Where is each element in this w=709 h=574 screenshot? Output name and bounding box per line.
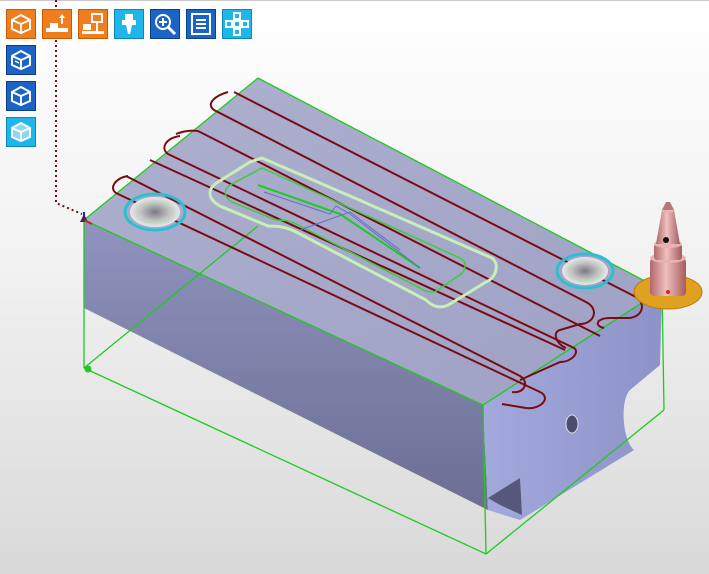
machine-table-icon [46,14,68,32]
tool-button[interactable] [114,9,144,39]
3d-viewport[interactable] [0,0,709,574]
pattern-button[interactable] [222,9,252,39]
cube-icon [11,13,31,35]
stock-view-button[interactable] [6,45,36,75]
shaded-box-icon [11,121,31,143]
hole-left [123,192,187,232]
grid-pattern-icon [225,12,249,36]
list-icon [191,13,211,35]
view-3d-cube-button[interactable] [6,9,36,39]
simulation-view-button[interactable] [6,117,36,147]
cutting-tool[interactable] [633,202,703,310]
zoom-button[interactable] [150,9,180,39]
spindle-tool-icon [122,14,136,34]
machine-setup-button[interactable] [42,9,72,39]
hole-right [555,252,615,290]
stock-box-icon [11,49,31,71]
workpiece[interactable] [84,78,662,520]
side-hole [565,414,579,434]
zoom-in-icon [155,14,177,36]
fixture-icon [82,13,104,34]
part-view-button[interactable] [6,81,36,111]
fixture-setup-button[interactable] [78,9,108,39]
part-box-icon [11,85,31,107]
operations-list-button[interactable] [186,9,216,39]
